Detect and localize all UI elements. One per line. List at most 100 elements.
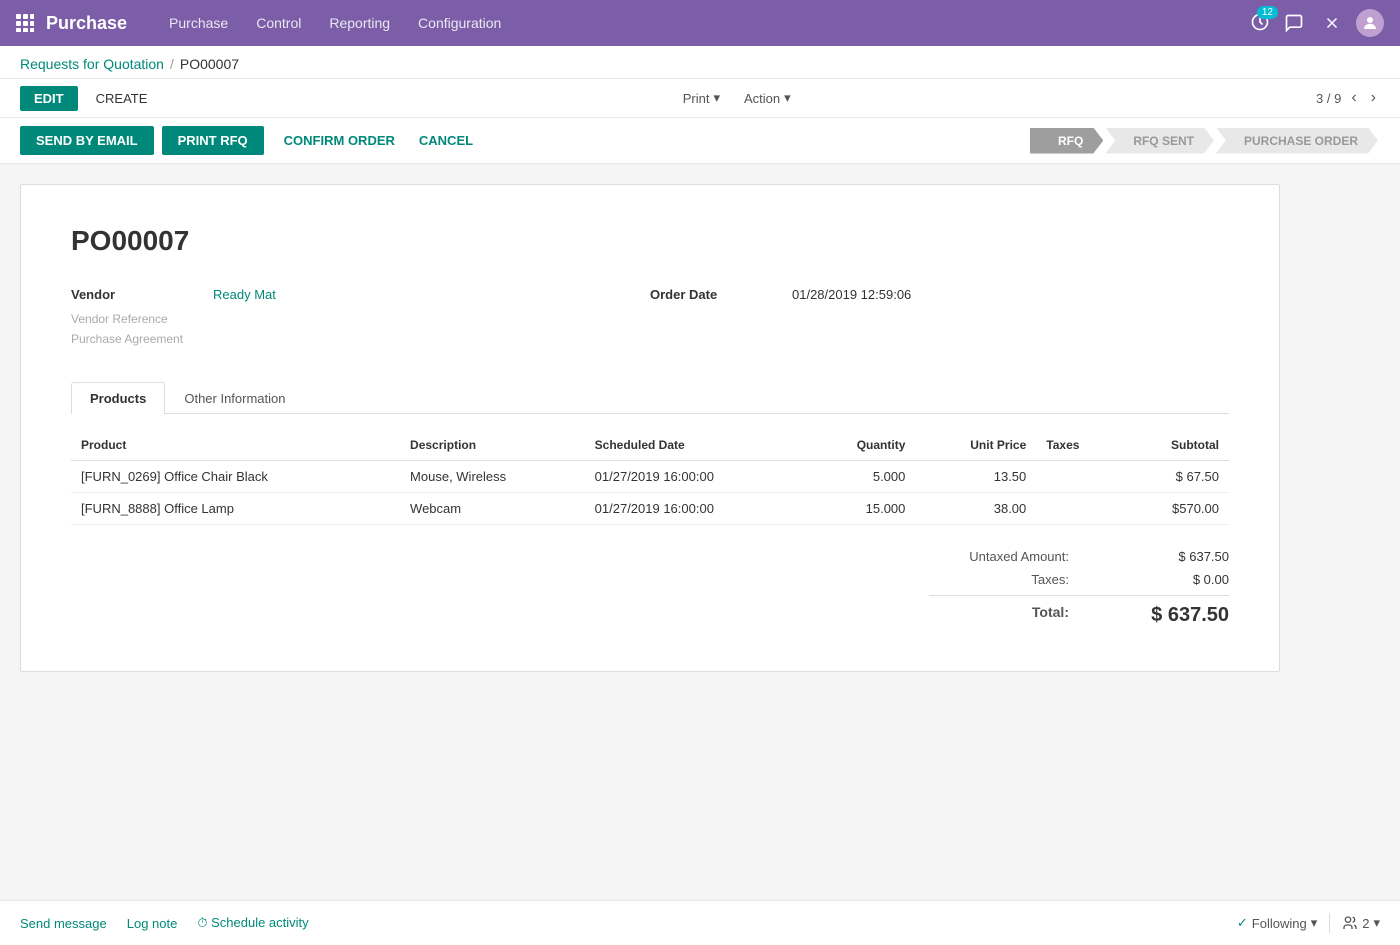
vendor-row: Vendor Ready Mat <box>71 287 650 302</box>
cell-scheduled-date: 01/27/2019 16:00:00 <box>585 461 807 493</box>
status-purchase-order[interactable]: PURCHASE ORDER <box>1216 128 1378 154</box>
prev-record-button[interactable]: ‹ <box>1347 87 1360 109</box>
table-row[interactable]: [FURN_0269] Office Chair Black Mouse, Wi… <box>71 461 1229 493</box>
order-date-row: Order Date 01/28/2019 12:59:06 <box>650 287 1229 302</box>
cell-subtotal: $ 67.50 <box>1121 461 1229 493</box>
untaxed-value: $ 637.50 <box>1129 549 1229 564</box>
vendor-ref-label: Vendor Reference <box>71 312 650 326</box>
table-header-row: Product Description Scheduled Date Quant… <box>71 430 1229 461</box>
followers-chevron-icon: ▾ <box>1373 915 1380 931</box>
cell-quantity: 5.000 <box>806 461 915 493</box>
cell-unit-price: 38.00 <box>915 493 1036 525</box>
top-navigation: Purchase Purchase Control Reporting Conf… <box>0 0 1400 46</box>
check-icon: ✓ <box>1237 915 1248 931</box>
toolbar-center: Print ▾ Action ▾ <box>165 85 1308 111</box>
nav-links: Purchase Control Reporting Configuration <box>155 0 1250 46</box>
chatter-right: ✓ Following ▾ 2 ▾ <box>1237 913 1380 933</box>
breadcrumb-separator: / <box>170 56 174 72</box>
vendor-value[interactable]: Ready Mat <box>213 287 276 302</box>
send-by-email-button[interactable]: SEND BY EMAIL <box>20 126 154 155</box>
edit-button[interactable]: EDIT <box>20 86 78 111</box>
log-note-button[interactable]: Log note <box>127 916 178 931</box>
print-rfq-button[interactable]: PRINT RFQ <box>162 126 264 155</box>
create-button[interactable]: CREATE <box>86 86 158 111</box>
user-avatar[interactable] <box>1356 9 1384 37</box>
pagination-text: 3 / 9 <box>1316 91 1341 106</box>
following-chevron-icon: ▾ <box>1311 915 1318 931</box>
cell-taxes <box>1036 493 1121 525</box>
untaxed-row: Untaxed Amount: $ 637.50 <box>929 545 1229 568</box>
print-button[interactable]: Print ▾ <box>673 85 730 111</box>
cell-description: Webcam <box>400 493 585 525</box>
print-label: Print <box>683 91 710 106</box>
breadcrumb: Requests for Quotation / PO00007 <box>0 46 1400 79</box>
tab-products[interactable]: Products <box>71 382 165 414</box>
col-subtotal: Subtotal <box>1121 430 1229 461</box>
following-label: Following <box>1252 916 1307 931</box>
document-card: PO00007 Vendor Ready Mat Vendor Referenc… <box>20 184 1280 672</box>
document-tabs: Products Other Information <box>71 382 1229 414</box>
cell-scheduled-date: 01/27/2019 16:00:00 <box>585 493 807 525</box>
left-fields: Vendor Ready Mat Vendor Reference Purcha… <box>71 287 650 352</box>
next-record-button[interactable]: › <box>1367 87 1380 109</box>
status-rfq-sent[interactable]: RFQ SENT <box>1105 128 1214 154</box>
status-pipeline: RFQ RFQ SENT PURCHASE ORDER <box>1030 128 1380 154</box>
chat-icon[interactable] <box>1280 9 1308 37</box>
activity-icon[interactable]: 12 <box>1250 12 1270 35</box>
cell-product: [FURN_0269] Office Chair Black <box>71 461 400 493</box>
untaxed-label: Untaxed Amount: <box>929 549 1069 564</box>
document-fields: Vendor Ready Mat Vendor Reference Purcha… <box>71 287 1229 352</box>
order-date-label: Order Date <box>650 287 780 302</box>
app-grid-icon[interactable] <box>16 14 34 32</box>
nav-right-icons: 12 <box>1250 9 1384 37</box>
col-scheduled-date: Scheduled Date <box>585 430 807 461</box>
total-label: Total: <box>929 604 1069 627</box>
action-bar: SEND BY EMAIL PRINT RFQ CONFIRM ORDER CA… <box>0 118 1400 164</box>
cell-quantity: 15.000 <box>806 493 915 525</box>
main-content: PO00007 Vendor Ready Mat Vendor Referenc… <box>0 164 1400 692</box>
cell-taxes <box>1036 461 1121 493</box>
activity-badge: 12 <box>1257 6 1278 19</box>
col-unit-price: Unit Price <box>915 430 1036 461</box>
order-date-value: 01/28/2019 12:59:06 <box>792 287 911 302</box>
vendor-label: Vendor <box>71 287 201 302</box>
tab-other-info[interactable]: Other Information <box>165 382 304 414</box>
app-title: Purchase <box>46 13 127 34</box>
pagination: 3 / 9 ‹ › <box>1316 87 1380 109</box>
total-value: $ 637.50 <box>1129 604 1229 627</box>
followers-button[interactable]: 2 ▾ <box>1342 915 1380 931</box>
taxes-value: $ 0.00 <box>1129 572 1229 587</box>
col-taxes: Taxes <box>1036 430 1121 461</box>
col-description: Description <box>400 430 585 461</box>
col-quantity: Quantity <box>806 430 915 461</box>
totals-section: Untaxed Amount: $ 637.50 Taxes: $ 0.00 T… <box>71 545 1229 631</box>
col-product: Product <box>71 430 400 461</box>
following-button[interactable]: ✓ Following ▾ <box>1237 915 1317 931</box>
clock-icon: ⏱ <box>197 915 207 930</box>
breadcrumb-parent[interactable]: Requests for Quotation <box>20 56 164 72</box>
cell-product: [FURN_8888] Office Lamp <box>71 493 400 525</box>
breadcrumb-current: PO00007 <box>180 56 239 72</box>
send-message-button[interactable]: Send message <box>20 916 107 931</box>
record-toolbar: EDIT CREATE Print ▾ Action ▾ 3 / 9 ‹ › <box>0 79 1400 118</box>
schedule-activity-button[interactable]: ⏱ Schedule activity <box>197 915 308 931</box>
print-chevron-icon: ▾ <box>713 90 720 106</box>
nav-purchase[interactable]: Purchase <box>155 0 242 46</box>
taxes-row: Taxes: $ 0.00 <box>929 568 1229 591</box>
followers-icon <box>1342 915 1358 931</box>
close-icon[interactable] <box>1318 9 1346 37</box>
nav-control[interactable]: Control <box>242 0 315 46</box>
chatter-bar: Send message Log note ⏱ Schedule activit… <box>0 900 1400 945</box>
table-row[interactable]: [FURN_8888] Office Lamp Webcam 01/27/201… <box>71 493 1229 525</box>
cancel-button[interactable]: CANCEL <box>407 126 485 155</box>
divider <box>1329 913 1330 933</box>
purchase-agreement-label: Purchase Agreement <box>71 332 650 346</box>
nav-reporting[interactable]: Reporting <box>315 0 404 46</box>
action-button[interactable]: Action ▾ <box>734 85 801 111</box>
followers-count: 2 <box>1362 916 1369 931</box>
right-fields: Order Date 01/28/2019 12:59:06 <box>650 287 1229 352</box>
status-rfq[interactable]: RFQ <box>1030 128 1103 154</box>
nav-configuration[interactable]: Configuration <box>404 0 515 46</box>
action-chevron-icon: ▾ <box>784 90 791 106</box>
confirm-order-button[interactable]: CONFIRM ORDER <box>272 126 407 155</box>
